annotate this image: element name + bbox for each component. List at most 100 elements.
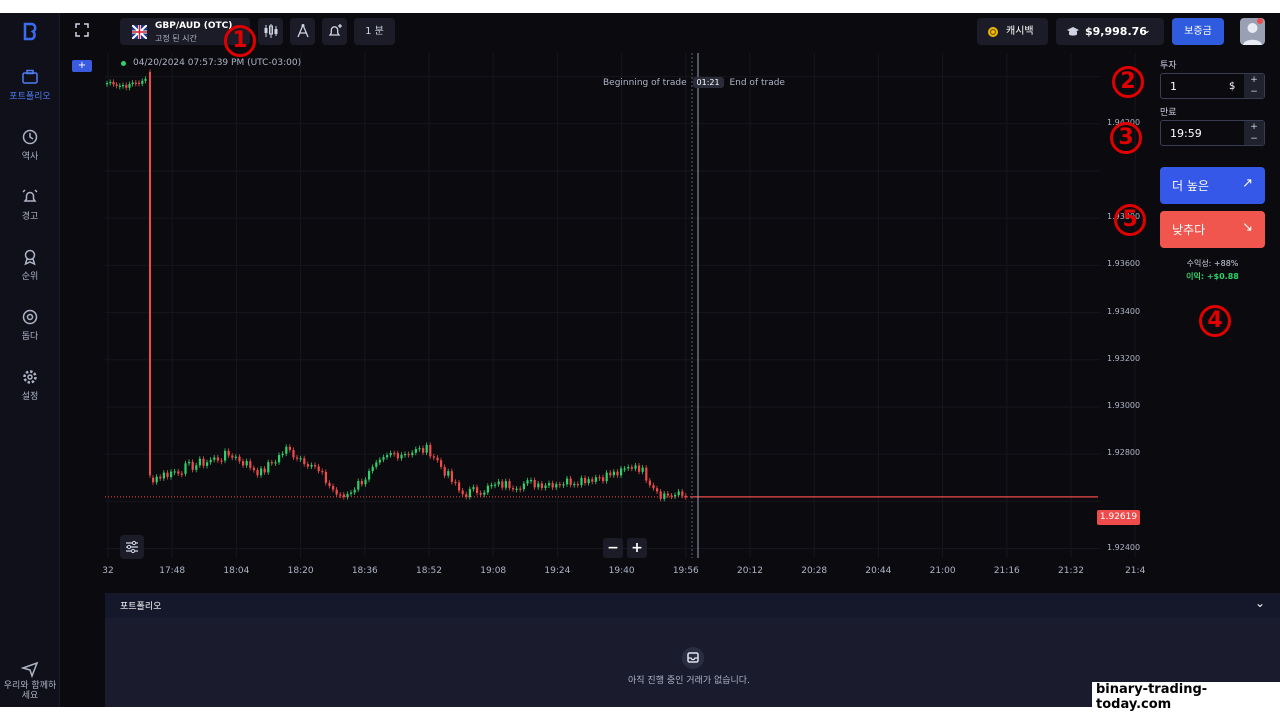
candle — [238, 456, 241, 462]
candle — [544, 485, 547, 488]
chart-settings-button[interactable] — [120, 535, 144, 559]
candle — [404, 453, 407, 456]
candle — [270, 462, 273, 464]
sliders-icon — [126, 540, 138, 554]
candle — [166, 472, 169, 478]
candle — [594, 477, 597, 482]
sidebar-item-history[interactable]: 역사 — [0, 128, 60, 162]
candle — [551, 483, 554, 488]
arrow-down-right-icon: ↘ — [1242, 220, 1253, 235]
sidebar-item-community[interactable]: 우리와 함께하 세요 — [0, 660, 60, 701]
candle — [134, 82, 137, 84]
help-icon — [22, 309, 38, 325]
x-tick-label: 20:12 — [737, 566, 763, 576]
asset-name: GBP/AUD (OTC) — [155, 21, 233, 31]
timeframe-button[interactable]: 1 분 — [354, 18, 395, 45]
candle — [112, 81, 115, 85]
candle — [623, 468, 626, 470]
candle — [569, 478, 572, 485]
candle — [162, 472, 165, 479]
candle — [310, 465, 313, 467]
candle — [350, 492, 353, 494]
sidebar-item-label: 포트폴리오 — [9, 92, 51, 102]
lower-button[interactable]: 낮추다 ↘ — [1160, 211, 1265, 248]
beginning-of-trade-label: Beginning of trade — [603, 78, 687, 88]
cashback-button[interactable]: 캐시백 — [977, 18, 1048, 45]
sidebar-item-label: 설정 — [21, 392, 39, 402]
x-tick-label: 18:36 — [351, 566, 378, 576]
expiry-field[interactable]: 19:59 + − — [1160, 120, 1265, 146]
candle — [364, 479, 367, 485]
drawing-tools-button[interactable] — [290, 18, 315, 45]
candle — [468, 489, 471, 498]
chart-grid — [105, 53, 1136, 558]
sidebar-item-alerts[interactable]: 경고 — [0, 188, 60, 222]
candle — [447, 471, 450, 476]
candle — [299, 458, 302, 460]
sidebar-item-ranking[interactable]: 순위 — [0, 248, 60, 282]
higher-button[interactable]: 더 높은 ↗ — [1160, 167, 1265, 204]
invest-value: 1 — [1170, 80, 1177, 93]
candle — [378, 459, 381, 463]
candle — [152, 477, 155, 483]
sidebar-item-help[interactable]: 돕다 — [0, 308, 60, 342]
x-tick-label: 21:4 — [1125, 566, 1146, 576]
candle — [360, 481, 363, 485]
candle — [118, 85, 121, 87]
zoom-out-button[interactable]: − — [603, 538, 623, 558]
zoom-in-button[interactable]: + — [627, 538, 647, 558]
plus-icon[interactable]: + — [1244, 74, 1264, 86]
candle — [184, 463, 187, 474]
sidebar-item-portfolio[interactable]: 포트폴리오 — [0, 68, 60, 102]
x-tick-label: 20:44 — [865, 566, 892, 576]
candle — [115, 84, 118, 86]
x-tick-label: 21:16 — [993, 566, 1020, 576]
account-balance-dropdown[interactable]: $9,998.76 ⌄ — [1056, 18, 1164, 45]
candle — [461, 490, 464, 495]
candle — [288, 446, 291, 450]
add-chart-button[interactable]: + — [72, 60, 92, 72]
candle — [605, 472, 608, 482]
cashback-label: 캐시백 — [1006, 26, 1034, 37]
logo-icon[interactable] — [18, 21, 42, 45]
candle — [486, 485, 489, 493]
sidebar-item-label: 순위 — [21, 272, 39, 282]
candle — [562, 484, 565, 486]
add-alert-button[interactable] — [322, 18, 347, 45]
candle — [483, 492, 486, 495]
live-indicator — [121, 61, 126, 66]
expiry-stepper[interactable]: + − — [1244, 121, 1264, 145]
deposit-button[interactable]: 보증금 — [1172, 18, 1224, 45]
portfolio-header[interactable]: 포트폴리오 ⌄ — [105, 593, 1280, 618]
candle — [436, 457, 439, 461]
invest-unit: $ — [1229, 81, 1236, 92]
arrow-up-right-icon: ↗ — [1242, 176, 1253, 191]
candle — [242, 461, 245, 466]
sidebar-item-settings[interactable]: 설정 — [0, 368, 60, 402]
candle — [138, 82, 141, 84]
candle — [296, 457, 299, 459]
candles — [106, 69, 687, 502]
candle — [393, 453, 396, 455]
minus-icon[interactable]: − — [1244, 86, 1264, 98]
chevron-down-icon: ⌄ — [1143, 26, 1151, 36]
price-chart[interactable] — [100, 53, 1150, 558]
candle — [249, 461, 252, 468]
candle — [353, 489, 356, 493]
fullscreen-icon[interactable] — [72, 23, 92, 43]
invest-stepper[interactable]: + − — [1244, 74, 1264, 98]
candle — [131, 82, 134, 85]
candle — [321, 471, 324, 473]
plus-icon[interactable]: + — [1244, 121, 1264, 133]
candles-chart-button[interactable] — [258, 18, 283, 45]
y-tick-label: 1.93600 — [1107, 259, 1141, 269]
candle — [335, 489, 338, 495]
chevron-down-icon[interactable]: ⌄ — [1255, 596, 1265, 610]
candle — [425, 444, 428, 453]
candle — [454, 481, 457, 484]
annotation-2: 2 — [1112, 66, 1144, 98]
candle — [368, 471, 371, 480]
minus-icon[interactable]: − — [1244, 133, 1264, 145]
invest-field[interactable]: 1 $ + − — [1160, 73, 1265, 99]
inbox-icon — [682, 647, 704, 669]
